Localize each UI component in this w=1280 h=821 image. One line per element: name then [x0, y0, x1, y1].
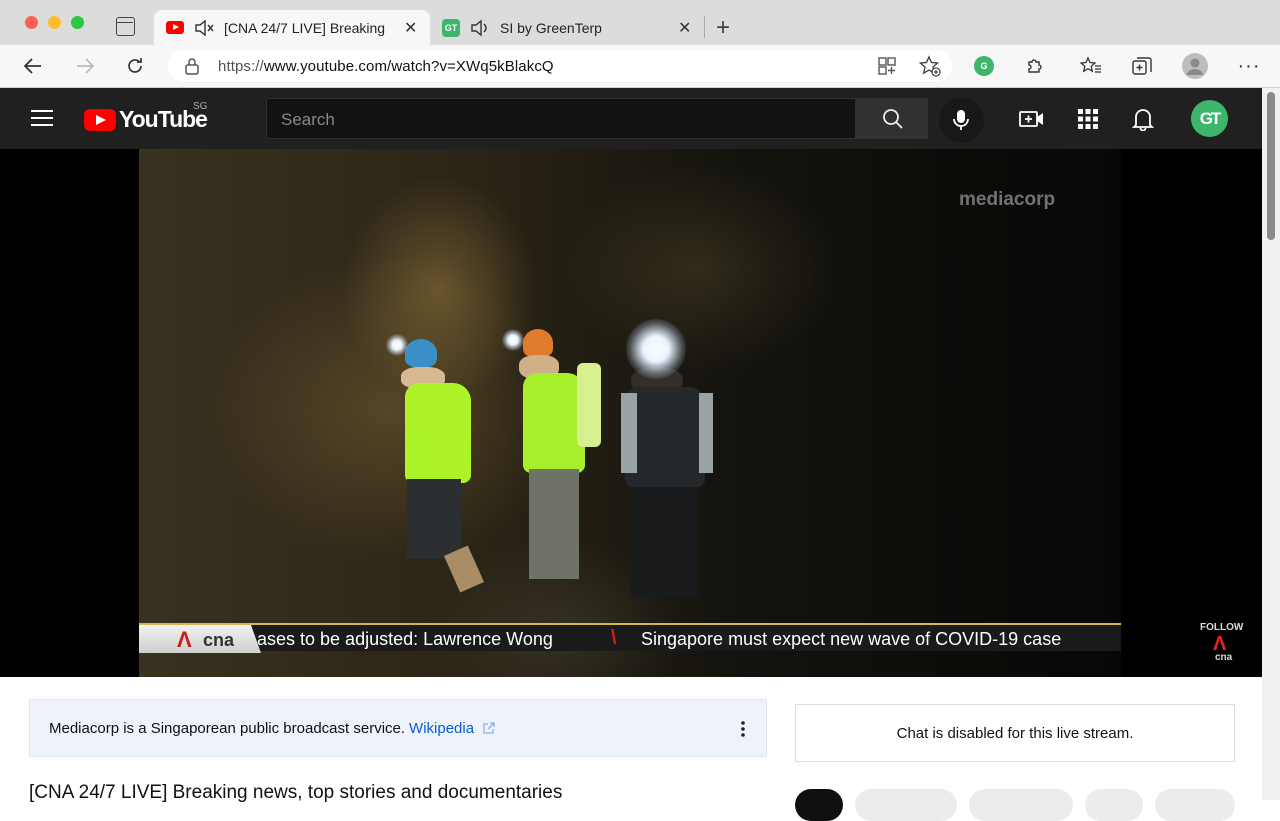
create-video-icon[interactable]	[1018, 105, 1046, 133]
video-player[interactable]: mediacorp Λ cna ases to be adjusted: Law…	[0, 149, 1262, 677]
information-panel: Mediacorp is a Singaporean public broadc…	[29, 699, 767, 757]
ticker-separator: \	[611, 627, 617, 649]
headlamp-glare	[502, 329, 524, 351]
youtube-play-icon	[84, 108, 116, 131]
greenterp-extension-icon[interactable]: G	[971, 53, 997, 79]
address-bar[interactable]: https://www.youtube.com/watch?v=XWq5kBla…	[168, 50, 952, 82]
youtube-page: YouTube SG Search GT mediacorp Λ cna ase…	[0, 88, 1262, 821]
ticker-headline: ases to be adjusted: Lawrence Wong	[257, 629, 553, 649]
filter-chip[interactable]	[1155, 789, 1235, 821]
youtube-logo[interactable]: YouTube	[84, 106, 208, 133]
headlamp-glare	[626, 319, 686, 379]
tab-greenterp[interactable]: GT SI by GreenTerp ✕	[430, 10, 704, 45]
mediacorp-watermark: mediacorp	[959, 189, 1056, 210]
video-frame[interactable]: mediacorp Λ cna ases to be adjusted: Law…	[139, 149, 1121, 677]
profile-icon[interactable]	[1182, 53, 1208, 79]
filter-chip[interactable]	[1085, 789, 1143, 821]
filter-chip[interactable]	[795, 789, 843, 821]
ticker-brand: cna	[203, 630, 235, 650]
filter-chip[interactable]	[969, 789, 1073, 821]
greenterp-icon: GT	[442, 18, 460, 37]
search-button[interactable]	[856, 98, 928, 139]
add-favorite-icon[interactable]	[919, 55, 941, 77]
back-icon[interactable]	[20, 53, 46, 79]
more-options-icon[interactable]: ···	[1236, 53, 1262, 79]
scrollbar-thumb[interactable]	[1267, 92, 1275, 240]
more-actions-icon[interactable]	[736, 720, 750, 738]
tab-cna-live[interactable]: [CNA 24/7 LIVE] Breaking ✕	[154, 10, 430, 45]
close-window-button[interactable]	[25, 16, 38, 29]
url-text[interactable]: https://www.youtube.com/watch?v=XWq5kBla…	[218, 58, 554, 75]
browser-tab-strip: [CNA 24/7 LIVE] Breaking ✕ GT SI by Gree…	[0, 0, 1280, 45]
refresh-icon[interactable]	[122, 53, 148, 79]
follow-label: FOLLOW	[1200, 622, 1244, 633]
tab-title: SI by GreenTerp	[500, 19, 602, 36]
microphone-icon	[953, 110, 969, 130]
filter-chip[interactable]	[855, 789, 957, 821]
favorites-icon[interactable]	[1078, 53, 1104, 79]
apps-available-icon[interactable]	[877, 56, 897, 76]
follow-brand: cna	[1215, 652, 1233, 663]
news-ticker: Λ cna ases to be adjusted: Lawrence Wong…	[139, 623, 1121, 653]
new-tab-icon[interactable]: +	[716, 14, 730, 42]
cna-ticker-logo: Λ cna	[139, 625, 261, 653]
tab-actions-icon[interactable]	[116, 17, 135, 36]
collections-icon[interactable]	[1129, 53, 1155, 79]
voice-search-button[interactable]	[939, 98, 984, 143]
lock-icon[interactable]	[184, 57, 200, 75]
account-avatar[interactable]: GT	[1191, 100, 1228, 137]
search-icon	[883, 109, 903, 129]
wikipedia-link[interactable]: Wikipedia	[409, 720, 474, 737]
notifications-bell-icon[interactable]	[1129, 105, 1157, 133]
menu-icon[interactable]	[31, 110, 53, 126]
live-chat-panel: Chat is disabled for this live stream.	[795, 704, 1235, 762]
chat-disabled-message: Chat is disabled for this live stream.	[896, 725, 1134, 742]
video-title: [CNA 24/7 LIVE] Breaking news, top stori…	[29, 782, 563, 803]
search-placeholder: Search	[281, 110, 335, 129]
browser-toolbar: https://www.youtube.com/watch?v=XWq5kBla…	[0, 45, 1280, 88]
headlamp-glare	[386, 334, 408, 356]
country-code: SG	[193, 101, 208, 112]
apps-grid-icon[interactable]	[1074, 105, 1102, 133]
tab-title: [CNA 24/7 LIVE] Breaking	[224, 19, 386, 36]
close-tab-icon[interactable]: ✕	[678, 18, 691, 38]
youtube-header: YouTube SG Search GT	[0, 88, 1262, 149]
extensions-icon[interactable]	[1022, 53, 1048, 79]
cna-a-icon: Λ	[177, 627, 192, 652]
info-panel-text: Mediacorp is a Singaporean public broadc…	[49, 720, 496, 737]
speaker-icon[interactable]	[470, 19, 492, 37]
tab-separator	[704, 16, 705, 38]
youtube-icon	[166, 21, 184, 34]
muted-speaker-icon[interactable]	[194, 19, 216, 37]
search-input[interactable]: Search	[266, 98, 856, 139]
zoom-window-button[interactable]	[71, 16, 84, 29]
ticker-headline: Singapore must expect new wave of COVID-…	[641, 629, 1062, 649]
page-scrollbar[interactable]	[1262, 88, 1280, 800]
minimize-window-button[interactable]	[48, 16, 61, 29]
forward-icon[interactable]	[72, 53, 98, 79]
close-tab-icon[interactable]: ✕	[404, 18, 417, 38]
external-link-icon[interactable]	[482, 721, 496, 735]
